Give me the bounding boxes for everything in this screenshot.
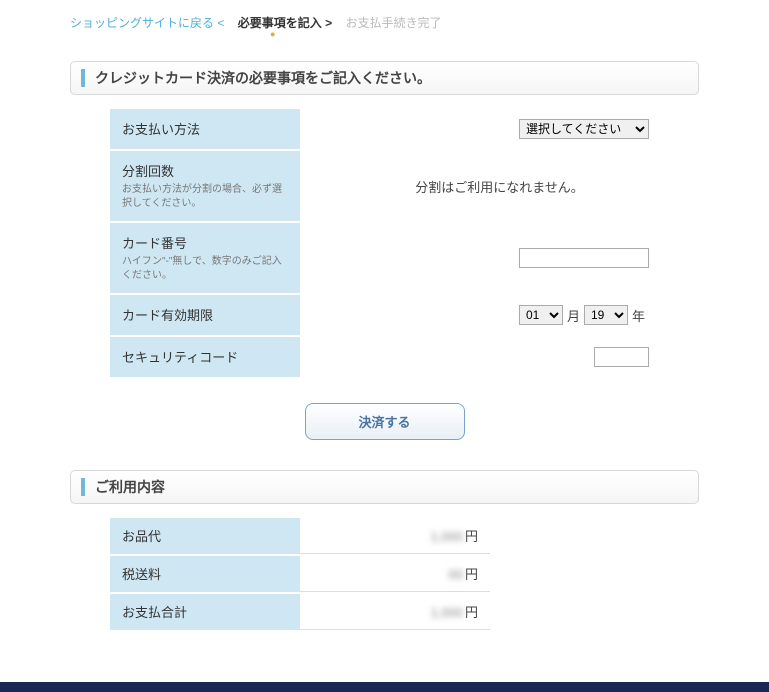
step-current: 必要事項を記入 [238, 16, 322, 30]
value-item-price: 1,000円 [300, 518, 490, 554]
label-item-price: お品代 [110, 518, 300, 554]
expiry-year-select[interactable]: 19 [584, 305, 628, 325]
header-bar-icon [81, 478, 85, 496]
payment-method-select[interactable]: 選択してください [519, 119, 649, 139]
label-method: お支払い方法 [110, 109, 300, 149]
sep1: > [325, 16, 332, 30]
value-shipping: 00円 [300, 556, 490, 592]
value-total: 1,000円 [300, 594, 490, 630]
installments-message: 分割はご利用になれません。 [300, 151, 699, 221]
label-security: セキュリティコード [110, 337, 300, 377]
expiry-year-suffix: 年 [632, 306, 645, 325]
label-total: お支払合計 [110, 594, 300, 630]
breadcrumb: ショッピングサイトに戻る < 必要事項を記入 > お支払手続き完了 ● [60, 10, 729, 51]
usage-header: ご利用内容 [70, 470, 699, 504]
submit-button[interactable]: 決済する [305, 403, 465, 440]
footer-bar [0, 682, 769, 692]
card-form-title: クレジットカード決済の必要事項をご記入ください。 [95, 68, 431, 88]
back-link[interactable]: ショッピングサイトに戻る [70, 16, 214, 30]
card-form: お支払い方法 選択してください 分割回数 お支払い方法が分割の場合、必ず選択して… [110, 109, 699, 379]
expiry-month-suffix: 月 [567, 306, 580, 325]
usage-summary: お品代 1,000円 税送料 00円 お支払合計 1,000円 [110, 518, 699, 632]
label-expiry: カード有効期限 [110, 295, 300, 335]
expiry-month-select[interactable]: 01 [519, 305, 563, 325]
current-marker-icon: ● [270, 29, 719, 39]
label-installments: 分割回数 お支払い方法が分割の場合、必ず選択してください。 [110, 151, 300, 221]
card-form-header: クレジットカード決済の必要事項をご記入ください。 [70, 61, 699, 95]
card-number-field[interactable] [519, 248, 649, 268]
label-card: カード番号 ハイフン"-"無しで、数字のみご記入ください。 [110, 223, 300, 293]
label-installments-sub: お支払い方法が分割の場合、必ず選択してください。 [122, 183, 288, 211]
label-card-sub: ハイフン"-"無しで、数字のみご記入ください。 [122, 255, 288, 283]
label-shipping: 税送料 [110, 556, 300, 592]
sep-back: < [217, 16, 224, 30]
usage-title: ご利用内容 [95, 477, 165, 497]
security-code-field[interactable] [594, 347, 649, 367]
step-next: お支払手続き完了 [345, 16, 441, 30]
header-bar-icon [81, 69, 85, 87]
